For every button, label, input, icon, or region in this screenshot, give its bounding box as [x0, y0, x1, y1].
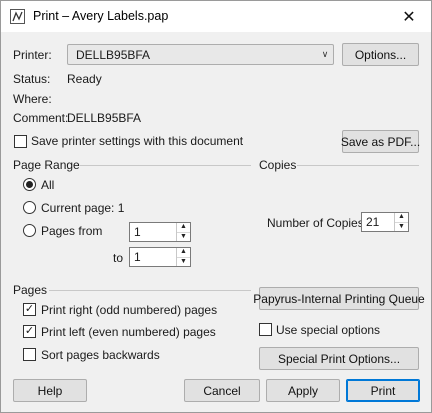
- number-of-copies-label: Number of Copies: [267, 216, 364, 230]
- pages-from-stepper[interactable]: 1 ▲ ▼: [129, 222, 191, 242]
- copies-value: 21: [366, 215, 380, 229]
- radio-all-label: All: [41, 178, 55, 192]
- save-settings-label: Save printer settings with this document: [31, 134, 244, 148]
- printer-select[interactable]: DELLB95BFA ∨: [67, 44, 334, 65]
- pages-divider: [49, 290, 251, 291]
- sort-backwards-checkbox[interactable]: [23, 348, 36, 361]
- radio-pages-from[interactable]: [23, 224, 36, 237]
- page-range-title: Page Range: [13, 158, 80, 172]
- radio-pages-from-label: Pages from: [41, 224, 103, 238]
- save-as-pdf-button[interactable]: Save as PDF...: [341, 130, 420, 153]
- apply-button[interactable]: Apply: [266, 379, 340, 402]
- page-range-divider: [80, 165, 251, 166]
- spin-down-icon[interactable]: ▼: [177, 258, 190, 267]
- print-odd-checkbox[interactable]: ✓: [23, 303, 36, 316]
- check-icon: ✓: [24, 325, 35, 337]
- copies-stepper[interactable]: 21 ▲ ▼: [361, 212, 409, 232]
- sort-backwards-label: Sort pages backwards: [41, 348, 160, 362]
- spin-up-icon[interactable]: ▲: [177, 223, 190, 233]
- special-print-options-button[interactable]: Special Print Options...: [259, 347, 419, 370]
- radio-all[interactable]: [23, 178, 36, 191]
- copies-divider: [297, 165, 419, 166]
- pages-to-stepper[interactable]: 1 ▲ ▼: [129, 247, 191, 267]
- copies-title: Copies: [259, 158, 297, 172]
- use-special-options-label: Use special options: [276, 323, 381, 337]
- chevron-down-icon: ∨: [321, 49, 329, 59]
- printer-select-value: DELLB95BFA: [76, 47, 151, 62]
- radio-all-dot: [26, 181, 33, 188]
- spin-up-icon[interactable]: ▲: [177, 248, 190, 258]
- help-button[interactable]: Help: [13, 379, 87, 402]
- window-title: Print – Avery Labels.pap: [33, 9, 169, 23]
- comment-label: Comment:: [13, 111, 69, 125]
- use-special-options-checkbox[interactable]: [259, 323, 272, 336]
- options-button[interactable]: Options...: [342, 43, 419, 66]
- status-label: Status:: [13, 72, 51, 86]
- spin-down-icon[interactable]: ▼: [395, 223, 408, 232]
- close-icon[interactable]: ✕: [387, 1, 431, 32]
- pages-title: Pages: [13, 283, 48, 297]
- spin-up-icon[interactable]: ▲: [395, 213, 408, 223]
- radio-current-page-label: Current page: 1: [41, 201, 125, 215]
- pages-to-value: 1: [134, 250, 141, 264]
- print-even-checkbox[interactable]: ✓: [23, 325, 36, 338]
- status-value: Ready: [67, 72, 102, 86]
- papyrus-app-icon: [10, 9, 25, 24]
- check-icon: ✓: [24, 303, 35, 315]
- to-label: to: [113, 251, 124, 265]
- printer-label: Printer:: [13, 48, 52, 62]
- print-even-label: Print left (even numbered) pages: [41, 325, 216, 339]
- radio-current-page[interactable]: [23, 201, 36, 214]
- spin-down-icon[interactable]: ▼: [177, 233, 190, 242]
- print-button[interactable]: Print: [346, 379, 420, 402]
- print-dialog: Print – Avery Labels.pap ✕ Printer: DELL…: [0, 0, 432, 413]
- papyrus-queue-button[interactable]: Papyrus-Internal Printing Queue: [253, 287, 425, 310]
- title-bar: Print – Avery Labels.pap ✕: [1, 1, 431, 32]
- print-odd-label: Print right (odd numbered) pages: [41, 303, 218, 317]
- pages-from-value: 1: [134, 225, 141, 239]
- save-settings-checkbox[interactable]: [14, 135, 27, 148]
- where-label: Where:: [13, 92, 52, 106]
- cancel-button[interactable]: Cancel: [184, 379, 260, 402]
- comment-value: DELLB95BFA: [67, 111, 142, 125]
